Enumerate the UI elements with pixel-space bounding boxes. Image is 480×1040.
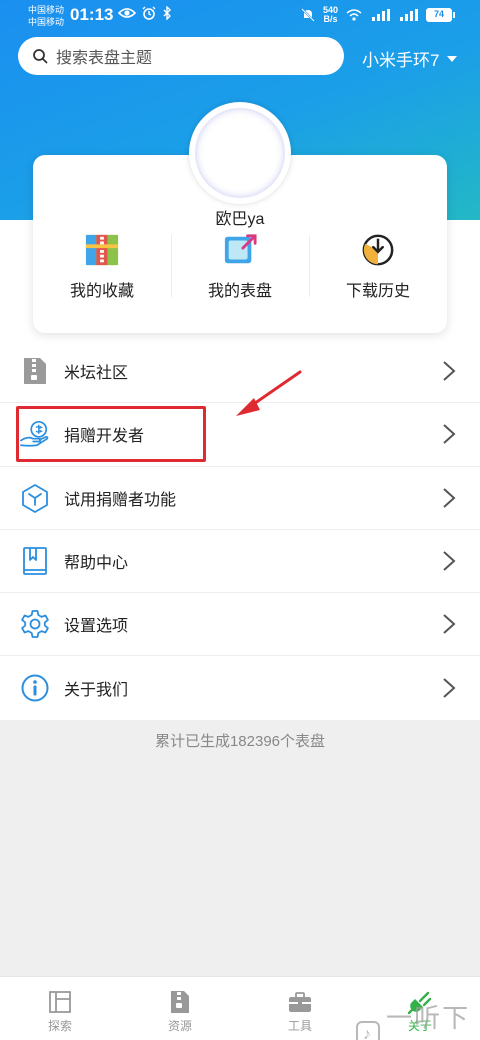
gear-icon bbox=[20, 609, 50, 639]
avatar[interactable] bbox=[189, 102, 291, 204]
menu-item-label: 关于我们 bbox=[64, 682, 129, 700]
toolbox-icon bbox=[289, 992, 311, 1012]
watermark-text: 一听下载 bbox=[386, 1003, 471, 1033]
archive-icon bbox=[85, 234, 119, 266]
dial-count-text: 累计已生成182396个表盘 bbox=[154, 733, 326, 750]
resource-icon bbox=[171, 991, 189, 1013]
nav-tab-label: 探索 bbox=[47, 1019, 72, 1033]
status-icons-right: 540 B/s 74 bbox=[301, 6, 455, 24]
eye-icon bbox=[118, 8, 136, 18]
cube-icon bbox=[20, 483, 50, 513]
device-selector[interactable]: 小米手环7 bbox=[362, 46, 458, 71]
zip-file-icon bbox=[20, 356, 50, 386]
chevron-right-icon bbox=[443, 487, 456, 508]
net-speed: 540 B/s bbox=[323, 6, 338, 24]
menu-item-trial-donor-features[interactable]: 试用捐赠者功能 bbox=[0, 467, 480, 530]
bluetooth-icon bbox=[163, 6, 171, 20]
status-icons-left bbox=[118, 6, 172, 20]
chevron-right-icon bbox=[443, 551, 456, 571]
chevron-right-icon bbox=[443, 361, 456, 381]
book-icon bbox=[20, 546, 50, 576]
search-icon bbox=[33, 49, 48, 64]
highlight-box bbox=[16, 406, 206, 462]
net-speed-unit: B/s bbox=[323, 14, 338, 24]
menu-item-label: 试用捐赠者功能 bbox=[64, 491, 177, 509]
chevron-right-icon bbox=[443, 424, 456, 445]
mute-icon bbox=[301, 8, 315, 22]
quick-action-label: 下载历史 bbox=[345, 283, 410, 300]
signal-4g-icon bbox=[372, 9, 390, 21]
menu-item-help-center[interactable]: 帮助中心 bbox=[0, 530, 480, 594]
edit-square-icon bbox=[224, 234, 257, 264]
chevron-right-icon bbox=[443, 678, 456, 698]
carrier-2: 中国移动 bbox=[28, 17, 65, 27]
nav-tab-explore[interactable]: 探索 bbox=[0, 977, 120, 1040]
alarm-icon bbox=[142, 6, 156, 20]
quick-action-favorites[interactable]: 我的收藏 bbox=[33, 233, 171, 301]
download-clock-icon bbox=[362, 234, 394, 266]
annotation-arrow-icon bbox=[236, 370, 302, 416]
search-placeholder: 搜索表盘主题 bbox=[56, 50, 153, 67]
info-icon bbox=[20, 673, 50, 703]
quick-action-label: 我的收藏 bbox=[69, 283, 134, 300]
nav-tab-label: 资源 bbox=[167, 1019, 192, 1033]
watermark-logo-icon: ♪ bbox=[356, 1021, 381, 1040]
carrier-1: 中国移动 bbox=[28, 5, 65, 15]
nav-tab-tools[interactable]: 工具 bbox=[240, 977, 360, 1040]
nav-tab-label: 工具 bbox=[287, 1019, 312, 1033]
menu-item-label: 设置选项 bbox=[64, 618, 129, 636]
watermark: ♪ 一听下载 bbox=[356, 998, 480, 1040]
battery-indicator: 74 bbox=[426, 8, 455, 22]
menu-item-about-us[interactable]: 关于我们 bbox=[0, 656, 480, 719]
quick-action-label: 我的表盘 bbox=[207, 283, 272, 300]
quick-action-download-history[interactable]: 下载历史 bbox=[309, 233, 447, 301]
signal-4g-icon-2 bbox=[400, 9, 418, 21]
avatar-ring bbox=[195, 108, 285, 198]
menu-item-label: 帮助中心 bbox=[64, 555, 129, 573]
status-time: 01:13 bbox=[70, 5, 114, 24]
chevron-right-icon bbox=[443, 614, 456, 635]
explore-icon bbox=[49, 991, 71, 1013]
nav-tab-resources[interactable]: 资源 bbox=[120, 977, 240, 1040]
status-bar: 中国移动 中国移动 01:13 540 B/s 74 bbox=[0, 0, 480, 34]
quick-actions: 我的收藏 我的表盘 下载历史 bbox=[33, 233, 447, 301]
device-selector-label: 小米手环7 bbox=[362, 51, 440, 70]
search-input[interactable]: 搜索表盘主题 bbox=[18, 37, 344, 75]
menu-item-label: 米坛社区 bbox=[64, 365, 129, 383]
caret-down-icon bbox=[447, 55, 458, 62]
wifi-icon bbox=[346, 9, 362, 21]
menu-item-settings[interactable]: 设置选项 bbox=[0, 593, 480, 657]
carrier-labels: 中国移动 中国移动 bbox=[28, 4, 64, 28]
username: 欧巴ya bbox=[215, 211, 265, 228]
quick-action-my-dials[interactable]: 我的表盘 bbox=[171, 233, 309, 301]
